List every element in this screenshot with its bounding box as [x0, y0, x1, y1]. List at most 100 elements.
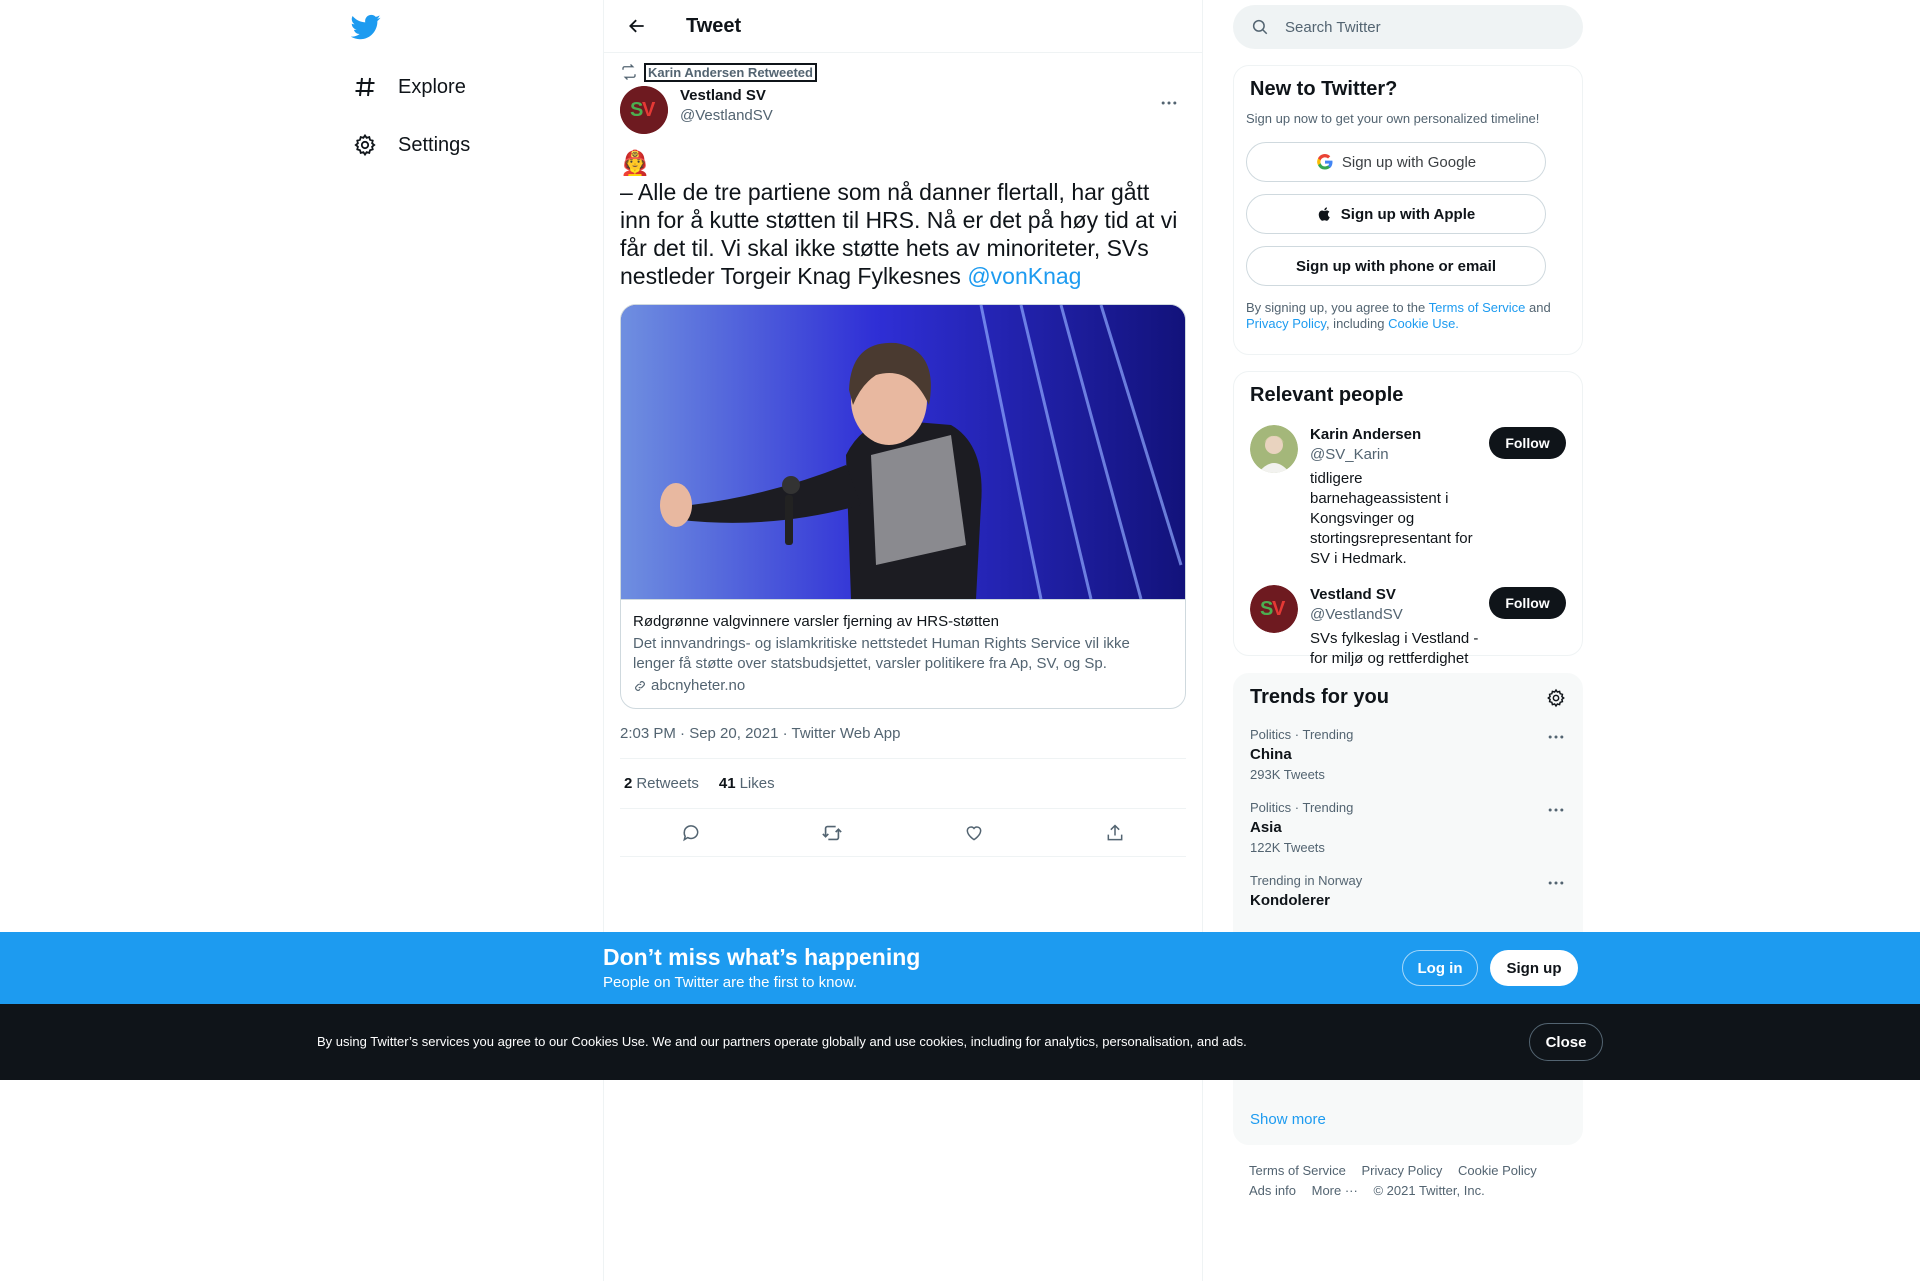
- link-card[interactable]: Rødgrønne valgvinnere varsler fjerning a…: [620, 304, 1186, 709]
- google-icon: [1317, 153, 1333, 170]
- signup-button[interactable]: Sign up: [1490, 950, 1578, 986]
- search-input[interactable]: Search Twitter: [1233, 5, 1583, 49]
- nav-settings-label: Settings: [398, 133, 471, 156]
- close-button[interactable]: Close: [1529, 1023, 1603, 1061]
- svg-text:V: V: [642, 99, 656, 121]
- more-icon[interactable]: [1546, 873, 1566, 893]
- gear-icon: [352, 132, 378, 158]
- person-name[interactable]: Karin Andersen: [1310, 425, 1489, 445]
- signup-phone-label: Sign up with phone or email: [1295, 257, 1496, 275]
- header: Tweet: [604, 0, 1202, 53]
- privacy-link[interactable]: Privacy Policy: [1246, 316, 1326, 331]
- hashtag-icon: [352, 74, 378, 100]
- retweets-label[interactable]: Retweets: [636, 775, 699, 792]
- person-name[interactable]: Vestland SV: [1310, 585, 1489, 605]
- firefighter-emoji: 🧑‍🚒: [620, 150, 650, 177]
- person-bio: tidligere barnehageassistent i Kongsving…: [1310, 470, 1473, 567]
- retweet-button[interactable]: [813, 814, 851, 852]
- footer-privacy[interactable]: Privacy Policy: [1361, 1163, 1442, 1178]
- terms-prefix: By signing up, you agree to the: [1246, 300, 1429, 315]
- tweet-text: 🧑‍🚒 – Alle de tre partiene som nå danner…: [620, 150, 1186, 290]
- apple-icon: [1318, 207, 1330, 221]
- footer-more[interactable]: More ···: [1312, 1183, 1358, 1198]
- footer-ads[interactable]: Ads info: [1249, 1183, 1296, 1198]
- nav-explore[interactable]: Explore: [340, 62, 478, 112]
- tweet-author: SV Vestland SV @VestlandSV: [620, 86, 1186, 134]
- like-button[interactable]: [955, 814, 993, 852]
- new-to-twitter-title: New to Twitter?: [1250, 78, 1398, 100]
- terms-and: and: [1525, 300, 1551, 315]
- card-domain: abcnyheter.no: [633, 676, 1173, 696]
- relevant-people-title: Relevant people: [1250, 384, 1404, 406]
- footer-links: Terms of Service Privacy Policy Cookie P…: [1249, 1161, 1569, 1201]
- signup-banner-title: Don’t miss what’s happening: [603, 944, 921, 970]
- cookie-banner-text: By using Twitter’s services you agree to…: [317, 1034, 1247, 1049]
- trend-name: Asia: [1250, 819, 1282, 836]
- person-bio: SVs fylkeslag i Vestland - for miljø og …: [1310, 630, 1479, 667]
- tweet-stats: 2 Retweets 41 Likes: [620, 759, 1186, 809]
- card-description: Det innvandrings- og islamkritiske netts…: [633, 635, 1130, 672]
- card-domain-text: abcnyheter.no: [651, 677, 746, 694]
- cookie-use-link[interactable]: Cookie Use.: [1388, 316, 1459, 331]
- signup-google-button[interactable]: Sign up with Google: [1246, 142, 1546, 182]
- trend-count: 122K Tweets: [1250, 840, 1325, 855]
- trend-name: China: [1250, 746, 1292, 763]
- author-name[interactable]: Vestland SV: [680, 86, 1152, 106]
- trend-name: Kondolerer: [1250, 892, 1331, 909]
- more-icon[interactable]: [1546, 800, 1566, 820]
- retweet-icon: [822, 825, 843, 840]
- relevant-people-panel: Relevant people Karin Andersen @SV_Karin…: [1233, 371, 1583, 667]
- more-icon[interactable]: [1546, 727, 1566, 747]
- signup-phone-button[interactable]: Sign up with phone or email: [1246, 246, 1546, 286]
- gear-icon[interactable]: [1546, 688, 1566, 708]
- nav-explore-label: Explore: [398, 75, 466, 98]
- card-image: [621, 305, 1185, 599]
- trends-title: Trends for you: [1250, 686, 1389, 708]
- terms-link[interactable]: Terms of Service: [1429, 300, 1526, 315]
- tweet: Karin Andersen Retweeted SV Vestland SV …: [604, 62, 1202, 857]
- signup-apple-button[interactable]: Sign up with Apple: [1246, 194, 1546, 234]
- trend-context: Politics · Trending: [1250, 800, 1354, 815]
- mention-link[interactable]: @vonKnag: [967, 263, 1081, 289]
- main-column: Tweet Karin Andersen Retweeted SV Vestla…: [603, 0, 1203, 1281]
- likes-label[interactable]: Likes: [740, 775, 775, 792]
- person-card[interactable]: SV Vestland SV @VestlandSV SVs fylkeslag…: [1250, 585, 1566, 669]
- login-button[interactable]: Log in: [1402, 950, 1478, 986]
- signup-banner: Don’t miss what’s happening People on Tw…: [0, 932, 1920, 1004]
- avatar[interactable]: SV: [620, 86, 668, 134]
- new-to-twitter-panel: New to Twitter? Sign up now to get your …: [1233, 65, 1583, 355]
- share-button[interactable]: [1096, 814, 1134, 852]
- trend-context: Politics · Trending: [1250, 727, 1354, 742]
- signup-banner-subtitle: People on Twitter are the first to know.: [603, 974, 858, 991]
- back-button[interactable]: [620, 9, 654, 43]
- retweeted-by-link[interactable]: Karin Andersen Retweeted: [644, 62, 817, 82]
- reply-icon: [682, 824, 699, 841]
- avatar[interactable]: SV: [1250, 585, 1298, 633]
- trend-item[interactable]: Politics · Trending China 293K Tweets: [1250, 727, 1566, 782]
- twitter-bird-icon[interactable]: [350, 12, 383, 44]
- nav-settings[interactable]: Settings: [340, 120, 482, 170]
- follow-button[interactable]: Follow: [1489, 427, 1566, 459]
- likes-count[interactable]: 41: [719, 775, 736, 792]
- cookie-banner: By using Twitter’s services you agree to…: [0, 1004, 1920, 1080]
- retweets-count[interactable]: 2: [624, 775, 632, 792]
- trend-item[interactable]: Politics · Trending Asia 122K Tweets: [1250, 800, 1566, 855]
- person-card[interactable]: Karin Andersen @SV_Karin tidligere barne…: [1250, 425, 1566, 569]
- reply-button[interactable]: [672, 814, 710, 852]
- trend-item[interactable]: Trending in Norway Kondolerer: [1250, 873, 1566, 909]
- page-title: Tweet: [686, 14, 742, 37]
- signup-terms: By signing up, you agree to the Terms of…: [1246, 300, 1566, 332]
- footer-cookie[interactable]: Cookie Policy: [1458, 1163, 1537, 1178]
- retweet-icon: [622, 64, 636, 80]
- follow-button[interactable]: Follow: [1489, 587, 1566, 619]
- trend-context: Trending in Norway: [1250, 873, 1363, 888]
- person-handle[interactable]: @SV_Karin: [1310, 445, 1489, 465]
- avatar[interactable]: [1250, 425, 1298, 473]
- more-options-button[interactable]: [1152, 86, 1186, 120]
- card-title: Rødgrønne valgvinnere varsler fjerning a…: [633, 613, 999, 630]
- tweet-timestamp[interactable]: 2:03 PM · Sep 20, 2021 · Twitter Web App: [620, 709, 1186, 759]
- author-handle[interactable]: @VestlandSV: [680, 106, 1152, 126]
- show-more-link[interactable]: Show more: [1250, 1111, 1326, 1128]
- footer-terms[interactable]: Terms of Service: [1249, 1163, 1346, 1178]
- person-handle[interactable]: @VestlandSV: [1310, 605, 1489, 625]
